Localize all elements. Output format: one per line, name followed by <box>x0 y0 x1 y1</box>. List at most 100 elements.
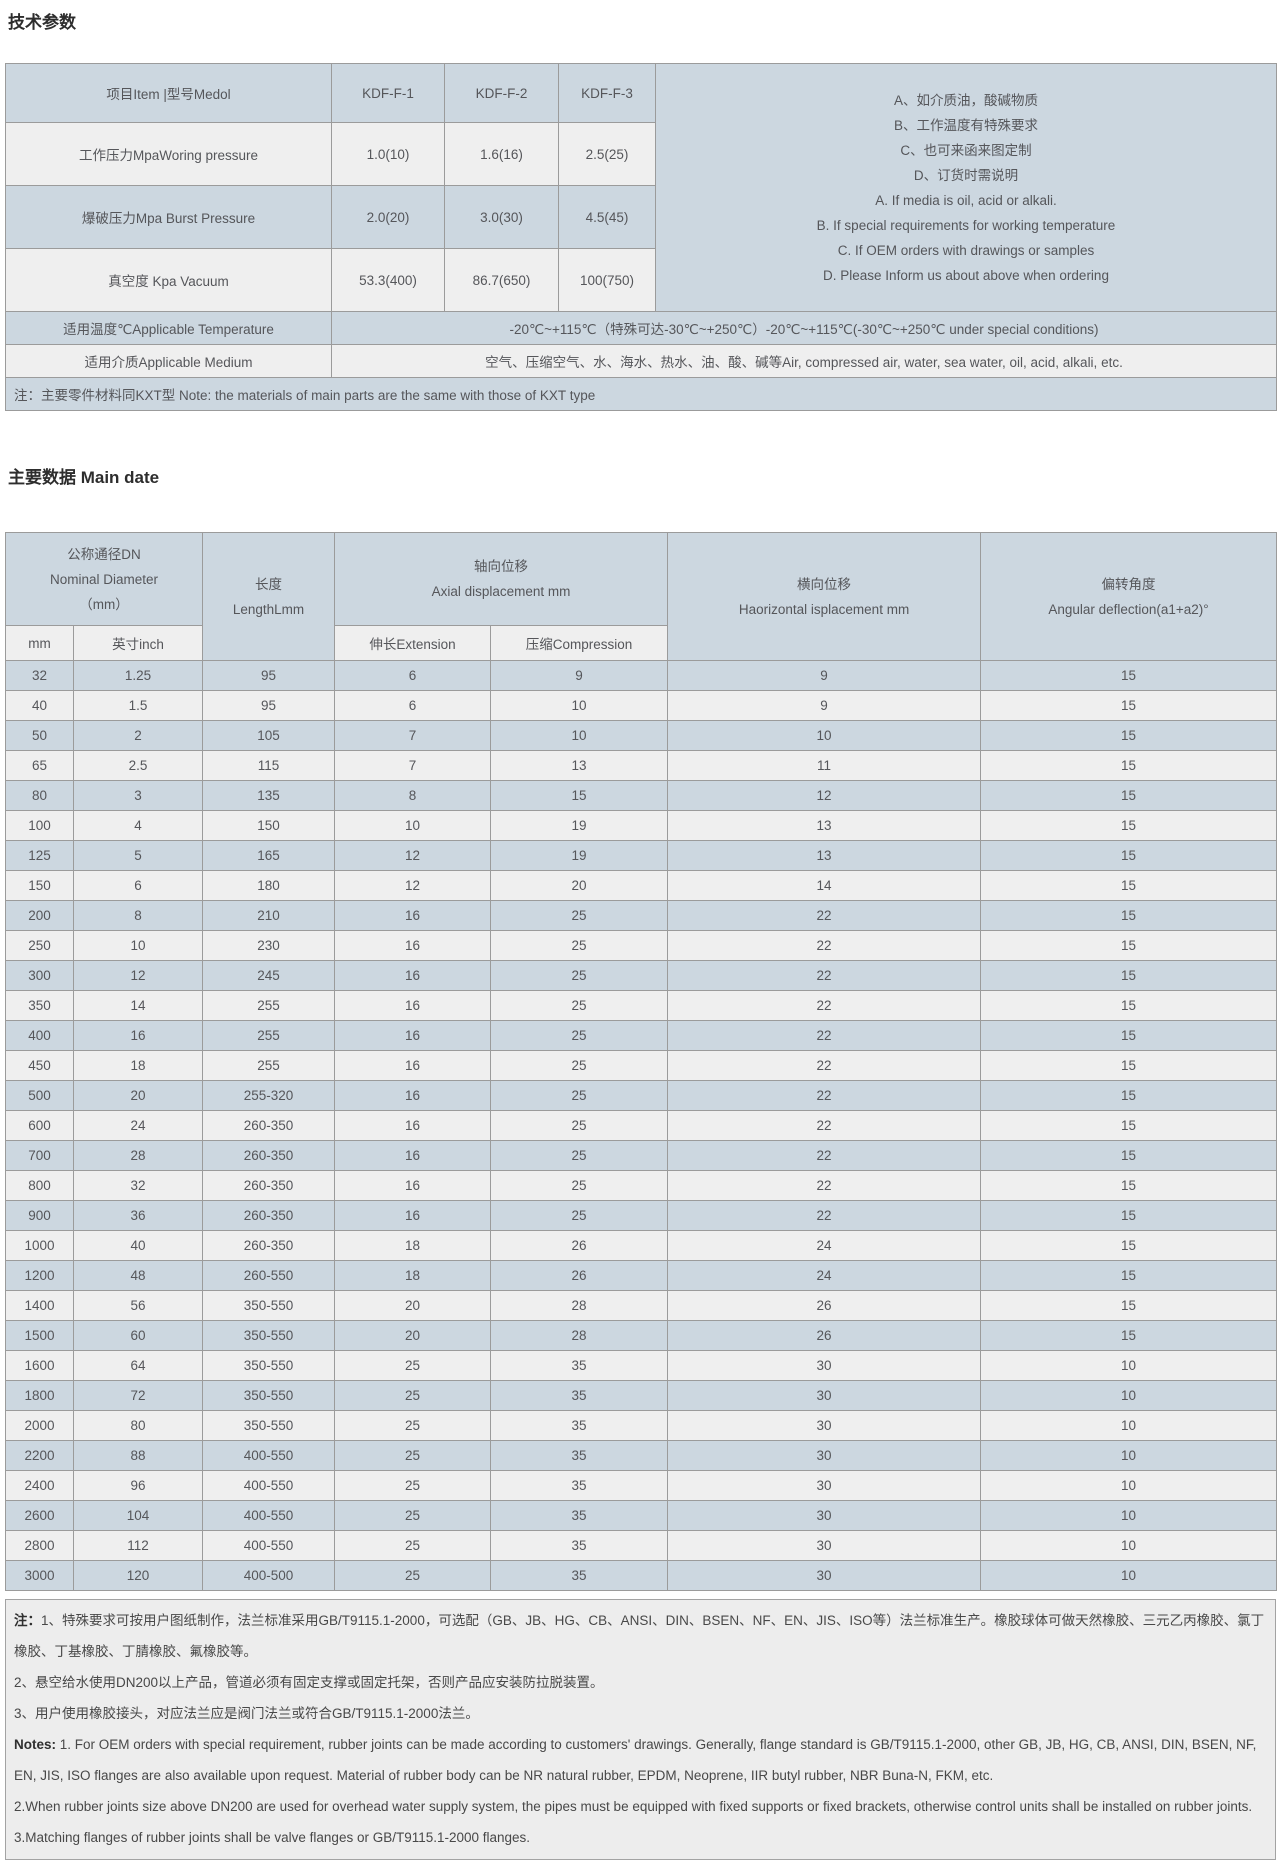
table-row: 4501825516252215 <box>6 1051 1277 1081</box>
table-row: 652.51157131115 <box>6 751 1277 781</box>
cell-horizontal-displacement: 30 <box>668 1531 981 1561</box>
cell-angular-deflection: 10 <box>981 1531 1277 1561</box>
cell-compression: 10 <box>491 721 668 751</box>
cell-horizontal-displacement: 22 <box>668 991 981 1021</box>
table-row: 50020255-32016252215 <box>6 1081 1277 1111</box>
table-row: 180072350-55025353010 <box>6 1381 1277 1411</box>
cell-compression: 25 <box>491 991 668 1021</box>
table-row: 适用介质Applicable Medium 空气、压缩空气、水、海水、热水、油、… <box>6 345 1277 378</box>
cell-extension: 6 <box>335 691 491 721</box>
cell-length: 255-320 <box>203 1081 335 1111</box>
cell-compression: 19 <box>491 841 668 871</box>
cell-length: 210 <box>203 901 335 931</box>
header-line: 轴向位移 <box>339 554 663 579</box>
cell-length: 400-500 <box>203 1561 335 1591</box>
cell-length: 135 <box>203 781 335 811</box>
cell-dn-mm: 1000 <box>6 1231 74 1261</box>
row-label-cell: 工作压力MpaWoring pressure <box>6 123 332 186</box>
header-line: Haorizontal isplacement mm <box>672 597 976 622</box>
cell-horizontal-displacement: 24 <box>668 1261 981 1291</box>
subheader-compression: 压缩Compression <box>491 626 668 661</box>
cell-horizontal-displacement: 26 <box>668 1321 981 1351</box>
cell-dn-inch: 20 <box>74 1081 203 1111</box>
cell-angular-deflection: 10 <box>981 1381 1277 1411</box>
cell-length: 400-550 <box>203 1441 335 1471</box>
cell-compression: 25 <box>491 1051 668 1081</box>
cell-horizontal-displacement: 22 <box>668 1201 981 1231</box>
cell-dn-inch: 1.25 <box>74 661 203 691</box>
bottom-note-paragraph: Notes: 1. For OEM orders with special re… <box>14 1729 1267 1791</box>
cell-angular-deflection: 15 <box>981 1291 1277 1321</box>
cell-length: 165 <box>203 841 335 871</box>
value-cell: 2.5(25) <box>559 123 656 186</box>
ordering-note-line: B. If special requirements for working t… <box>660 213 1272 238</box>
cell-horizontal-displacement: 24 <box>668 1231 981 1261</box>
cell-length: 350-550 <box>203 1411 335 1441</box>
cell-dn-inch: 36 <box>74 1201 203 1231</box>
bottom-note-prefix: 注： <box>14 1613 41 1628</box>
table-row: 2800112400-55025353010 <box>6 1531 1277 1561</box>
cell-extension: 16 <box>335 1051 491 1081</box>
cell-angular-deflection: 15 <box>981 991 1277 1021</box>
cell-dn-mm: 350 <box>6 991 74 1021</box>
cell-extension: 25 <box>335 1411 491 1441</box>
cell-dn-inch: 104 <box>74 1501 203 1531</box>
cell-length: 105 <box>203 721 335 751</box>
cell-dn-mm: 3000 <box>6 1561 74 1591</box>
cell-dn-inch: 14 <box>74 991 203 1021</box>
cell-dn-mm: 500 <box>6 1081 74 1111</box>
main-table-body: 321.259569915401.59561091550210571010156… <box>6 661 1277 1591</box>
cell-extension: 25 <box>335 1351 491 1381</box>
cell-extension: 16 <box>335 1021 491 1051</box>
cell-horizontal-displacement: 30 <box>668 1411 981 1441</box>
row-label-cell: 适用温度℃Applicable Temperature <box>6 312 332 345</box>
cell-dn-inch: 64 <box>74 1351 203 1381</box>
cell-extension: 7 <box>335 751 491 781</box>
header-line: Axial displacement mm <box>339 579 663 604</box>
cell-compression: 26 <box>491 1261 668 1291</box>
cell-dn-mm: 2600 <box>6 1501 74 1531</box>
table-row: 150618012201415 <box>6 871 1277 901</box>
cell-extension: 16 <box>335 991 491 1021</box>
header-axial-displacement: 轴向位移 Axial displacement mm <box>335 533 668 626</box>
cell-extension: 16 <box>335 1141 491 1171</box>
cell-extension: 25 <box>335 1501 491 1531</box>
cell-extension: 18 <box>335 1231 491 1261</box>
table-row: 适用温度℃Applicable Temperature -20℃~+115℃（特… <box>6 312 1277 345</box>
cell-length: 150 <box>203 811 335 841</box>
cell-compression: 35 <box>491 1381 668 1411</box>
bottom-note-paragraph: 3.Matching flanges of rubber joints shal… <box>14 1822 1267 1853</box>
ordering-note-line: A. If media is oil, acid or alkali. <box>660 188 1272 213</box>
model-header-kdf-f-1: KDF-F-1 <box>332 64 445 123</box>
cell-angular-deflection: 10 <box>981 1411 1277 1441</box>
cell-angular-deflection: 15 <box>981 961 1277 991</box>
cell-extension: 16 <box>335 931 491 961</box>
cell-dn-mm: 50 <box>6 721 74 751</box>
table-row: 5021057101015 <box>6 721 1277 751</box>
table-row: 321.259569915 <box>6 661 1277 691</box>
cell-length: 255 <box>203 991 335 1021</box>
cell-horizontal-displacement: 12 <box>668 781 981 811</box>
cell-extension: 25 <box>335 1531 491 1561</box>
cell-length: 260-550 <box>203 1261 335 1291</box>
item-model-header-cell: 项目Item |型号Medol <box>6 64 332 123</box>
cell-dn-mm: 125 <box>6 841 74 871</box>
cell-dn-inch: 6 <box>74 871 203 901</box>
cell-dn-mm: 1800 <box>6 1381 74 1411</box>
subheader-inch: 英寸inch <box>74 626 203 661</box>
cell-angular-deflection: 15 <box>981 1231 1277 1261</box>
cell-extension: 12 <box>335 841 491 871</box>
cell-angular-deflection: 15 <box>981 811 1277 841</box>
cell-angular-deflection: 15 <box>981 1321 1277 1351</box>
table-row: 80032260-35016252215 <box>6 1171 1277 1201</box>
cell-extension: 16 <box>335 901 491 931</box>
table-row: 项目Item |型号Medol KDF-F-1 KDF-F-2 KDF-F-3 … <box>6 64 1277 123</box>
cell-dn-inch: 3 <box>74 781 203 811</box>
cell-dn-mm: 40 <box>6 691 74 721</box>
table-row: 125516512191315 <box>6 841 1277 871</box>
cell-length: 400-550 <box>203 1531 335 1561</box>
cell-angular-deflection: 15 <box>981 1261 1277 1291</box>
cell-compression: 35 <box>491 1471 668 1501</box>
cell-compression: 26 <box>491 1231 668 1261</box>
cell-horizontal-displacement: 30 <box>668 1441 981 1471</box>
